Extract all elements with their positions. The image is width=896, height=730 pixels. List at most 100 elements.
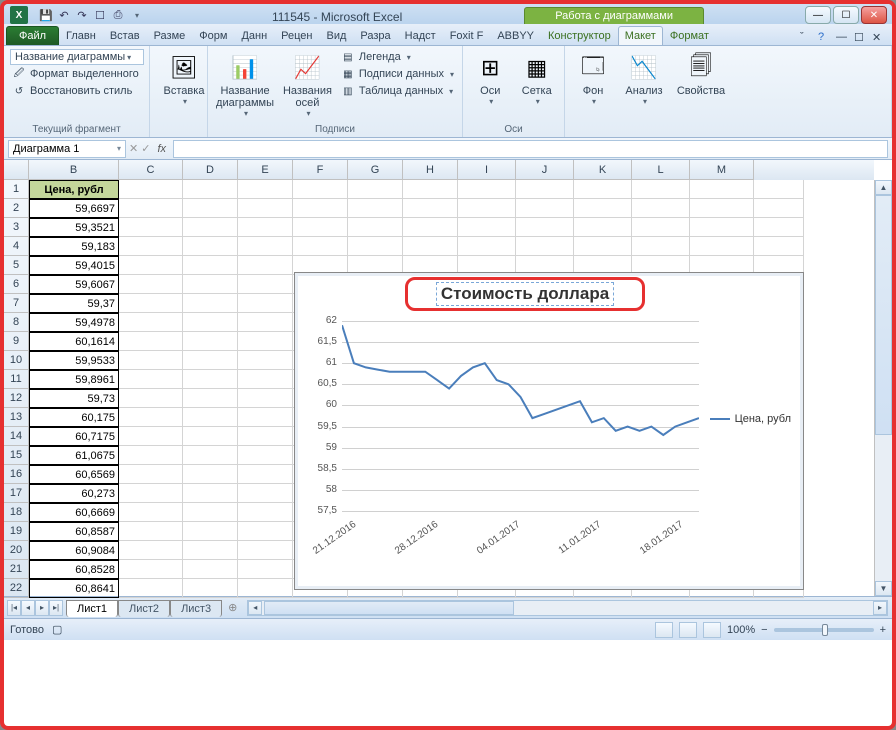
tab-Макет[interactable]: Макет: [618, 26, 663, 45]
tab-ABBYY[interactable]: ABBYY: [490, 26, 541, 45]
cell[interactable]: [119, 579, 183, 598]
cell[interactable]: 59,4978: [29, 313, 119, 332]
background-button[interactable]: 🗔 Фон: [571, 49, 615, 108]
cell[interactable]: [458, 180, 516, 199]
fx-cancel-icon[interactable]: ✕: [129, 142, 138, 155]
row-header[interactable]: 5: [4, 256, 29, 275]
cell[interactable]: [119, 294, 183, 313]
qa-item-icon[interactable]: ☐: [92, 7, 108, 23]
doc-restore-icon[interactable]: ☐: [854, 31, 868, 45]
cell[interactable]: [183, 199, 238, 218]
data-labels-button[interactable]: ▦Подписи данных: [339, 66, 456, 82]
cell[interactable]: [754, 180, 804, 199]
cell[interactable]: [183, 522, 238, 541]
cell[interactable]: [119, 218, 183, 237]
tab-Вид[interactable]: Вид: [320, 26, 354, 45]
tab-Разра[interactable]: Разра: [353, 26, 397, 45]
cell[interactable]: [238, 541, 293, 560]
row-header[interactable]: 8: [4, 313, 29, 332]
cell[interactable]: 61,0675: [29, 446, 119, 465]
cell[interactable]: 60,8641: [29, 579, 119, 598]
row-header[interactable]: 6: [4, 275, 29, 294]
cell[interactable]: 60,7175: [29, 427, 119, 446]
column-header[interactable]: M: [690, 160, 754, 180]
row-header[interactable]: 19: [4, 522, 29, 541]
cell[interactable]: [293, 180, 348, 199]
cell[interactable]: 59,8961: [29, 370, 119, 389]
cell[interactable]: [183, 180, 238, 199]
column-header[interactable]: H: [403, 160, 458, 180]
column-header[interactable]: G: [348, 160, 403, 180]
axis-titles-button[interactable]: 📈 Названия осей: [280, 49, 335, 120]
sheet-tab[interactable]: Лист2: [118, 600, 170, 617]
name-box[interactable]: Диаграмма 1▾: [8, 140, 126, 158]
row-header[interactable]: 21: [4, 560, 29, 579]
cell[interactable]: [119, 332, 183, 351]
cell[interactable]: [690, 237, 754, 256]
cell[interactable]: 59,4015: [29, 256, 119, 275]
cell-header[interactable]: Цена, рубл: [29, 180, 119, 199]
cell[interactable]: [119, 427, 183, 446]
gridlines-button[interactable]: ▦ Сетка: [516, 49, 559, 108]
cell[interactable]: [183, 332, 238, 351]
cell[interactable]: 59,73: [29, 389, 119, 408]
view-layout-button[interactable]: [679, 622, 697, 638]
save-icon[interactable]: 💾: [38, 7, 54, 23]
qa-dropdown-icon[interactable]: [128, 7, 144, 23]
reset-style-button[interactable]: ↺Восстановить стиль: [10, 83, 143, 99]
cell[interactable]: [754, 237, 804, 256]
row-header[interactable]: 12: [4, 389, 29, 408]
cell[interactable]: [238, 370, 293, 389]
cell[interactable]: [119, 313, 183, 332]
cell[interactable]: [238, 313, 293, 332]
cell[interactable]: [119, 370, 183, 389]
cell[interactable]: [348, 199, 403, 218]
cell[interactable]: 59,6067: [29, 275, 119, 294]
cell[interactable]: 59,183: [29, 237, 119, 256]
column-header[interactable]: K: [574, 160, 632, 180]
doc-close-icon[interactable]: ✕: [872, 31, 886, 45]
cell[interactable]: [183, 427, 238, 446]
chart-legend[interactable]: Цена, рубл: [710, 413, 791, 425]
row-header[interactable]: 16: [4, 465, 29, 484]
column-header[interactable]: J: [516, 160, 574, 180]
column-header[interactable]: C: [119, 160, 183, 180]
sheet-tab[interactable]: Лист3: [170, 600, 222, 617]
row-header[interactable]: 18: [4, 503, 29, 522]
scroll-down-icon[interactable]: ▼: [875, 581, 892, 596]
cell[interactable]: 60,8587: [29, 522, 119, 541]
cell[interactable]: [690, 218, 754, 237]
cell[interactable]: [754, 199, 804, 218]
help-icon[interactable]: ?: [818, 31, 832, 45]
cell[interactable]: [183, 560, 238, 579]
cell[interactable]: [183, 218, 238, 237]
cell[interactable]: [119, 389, 183, 408]
hscroll-thumb[interactable]: [264, 601, 514, 615]
cell[interactable]: [238, 332, 293, 351]
cell[interactable]: [238, 560, 293, 579]
cell[interactable]: [119, 484, 183, 503]
cell[interactable]: [183, 484, 238, 503]
cell[interactable]: [183, 275, 238, 294]
cell[interactable]: [119, 503, 183, 522]
cell[interactable]: [403, 180, 458, 199]
cell[interactable]: [119, 465, 183, 484]
cell[interactable]: [516, 237, 574, 256]
sheet-nav-first-icon[interactable]: |◂: [7, 600, 21, 616]
cell[interactable]: [754, 218, 804, 237]
axes-button[interactable]: ⊞ Оси: [469, 49, 512, 108]
cell[interactable]: [516, 218, 574, 237]
row-header[interactable]: 15: [4, 446, 29, 465]
cell[interactable]: 60,175: [29, 408, 119, 427]
zoom-slider[interactable]: [774, 628, 874, 632]
maximize-button[interactable]: ☐: [833, 6, 859, 24]
chart-element-combo[interactable]: Название диаграммы: [10, 49, 144, 65]
view-normal-button[interactable]: [655, 622, 673, 638]
cell[interactable]: [119, 560, 183, 579]
cell[interactable]: 60,9084: [29, 541, 119, 560]
sheet-nav-last-icon[interactable]: ▸|: [49, 600, 63, 616]
fx-icon[interactable]: fx: [153, 143, 170, 155]
cell[interactable]: [458, 199, 516, 218]
column-header[interactable]: B: [29, 160, 119, 180]
cell[interactable]: 59,9533: [29, 351, 119, 370]
